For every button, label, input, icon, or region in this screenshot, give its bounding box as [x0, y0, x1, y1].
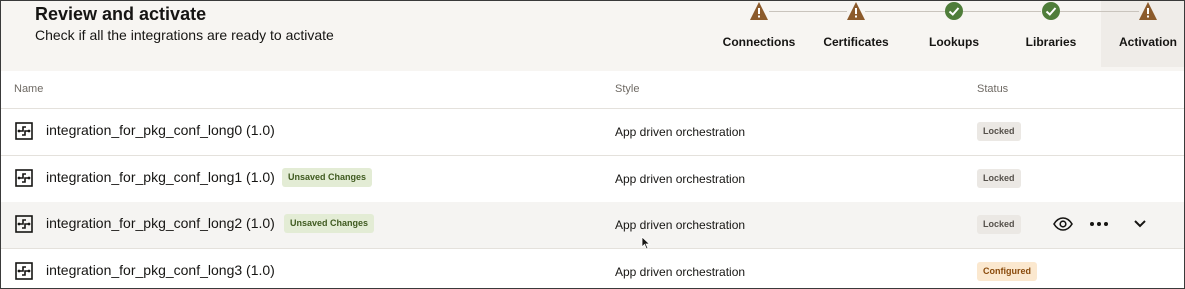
train-step-label: Libraries: [1025, 35, 1077, 49]
train-step-label: Activation: [1118, 35, 1178, 49]
warning-icon: [750, 2, 768, 20]
integration-icon: [15, 122, 33, 140]
train-connector: [963, 11, 1041, 12]
page-header: Review and activate Check if all the int…: [1, 1, 1184, 71]
integration-style: App driven orchestration: [615, 218, 746, 232]
more-icon: [1090, 222, 1108, 226]
train-step-label: Certificates: [823, 35, 889, 49]
table-row[interactable]: integration_for_pkg_conf_long3 (1.0) App…: [1, 249, 1184, 288]
train-connector: [1060, 11, 1139, 12]
integration-style: App driven orchestration: [615, 125, 746, 139]
review-activate-panel: Review and activate Check if all the int…: [0, 0, 1185, 289]
view-button[interactable]: [1052, 213, 1074, 235]
table-row[interactable]: integration_for_pkg_conf_long1 (1.0) Uns…: [1, 156, 1184, 203]
column-header-name[interactable]: Name: [14, 83, 43, 95]
train-connector: [865, 11, 945, 12]
check-icon: [1042, 2, 1060, 20]
warning-icon: [847, 2, 865, 20]
check-icon: [945, 2, 963, 20]
unsaved-changes-badge: Unsaved Changes: [284, 214, 375, 233]
integration-style: App driven orchestration: [615, 172, 746, 186]
warning-icon: [1139, 2, 1157, 20]
integration-icon: [15, 169, 33, 187]
eye-icon: [1053, 217, 1073, 231]
status-badge: Locked: [977, 215, 1021, 234]
more-actions-button[interactable]: [1088, 213, 1110, 235]
integration-name[interactable]: integration_for_pkg_conf_long1 (1.0): [46, 169, 275, 185]
train-step-label: Connections: [722, 35, 796, 49]
integration-name[interactable]: integration_for_pkg_conf_long2 (1.0): [46, 215, 275, 231]
table-row[interactable]: integration_for_pkg_conf_long0 (1.0) App…: [1, 109, 1184, 156]
expand-row-button[interactable]: [1129, 213, 1151, 235]
column-header-status[interactable]: Status: [977, 83, 1008, 95]
unsaved-changes-badge: Unsaved Changes: [282, 168, 373, 187]
column-header-style[interactable]: Style: [615, 83, 639, 95]
integration-style: App driven orchestration: [615, 265, 746, 279]
integration-icon: [15, 215, 33, 233]
integration-name[interactable]: integration_for_pkg_conf_long3 (1.0): [46, 262, 275, 278]
mouse-cursor-icon: [641, 236, 651, 250]
train-step-label: Lookups: [929, 35, 979, 49]
page-title: Review and activate: [35, 4, 207, 24]
page-subtitle: Check if all the integrations are ready …: [35, 27, 334, 43]
status-badge: Configured: [977, 262, 1037, 281]
integration-name[interactable]: integration_for_pkg_conf_long0 (1.0): [46, 122, 275, 138]
table-row[interactable]: integration_for_pkg_conf_long2 (1.0) Uns…: [1, 202, 1184, 249]
status-badge: Locked: [977, 169, 1021, 188]
status-badge: Locked: [977, 122, 1021, 141]
chevron-down-icon: [1134, 220, 1146, 228]
train-connector: [769, 11, 847, 12]
integration-icon: [15, 262, 33, 280]
